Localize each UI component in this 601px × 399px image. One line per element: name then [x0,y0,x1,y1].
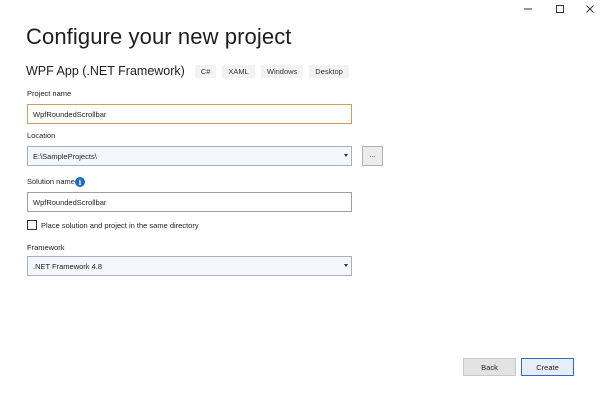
minimize-button[interactable] [514,0,542,18]
info-icon[interactable]: i [75,177,85,187]
solution-name-input[interactable]: WpfRoundedScrollbar [27,192,352,212]
maximize-button[interactable] [546,0,574,18]
browse-label: ... [369,150,376,159]
location-combobox[interactable]: E:\SampleProjects\ [27,146,352,166]
close-button[interactable] [576,0,601,18]
same-directory-label[interactable]: Place solution and project in the same d… [41,221,199,230]
tag-project-type: Desktop [309,64,349,78]
template-info: WPF App (.NET Framework) C# XAML Windows… [26,63,355,79]
maximize-icon [556,5,564,13]
project-name-value: WpfRoundedScrollbar [33,109,107,119]
location-label: Location [27,131,56,140]
tag-xaml: XAML [222,64,255,78]
same-directory-checkbox[interactable] [27,220,37,230]
create-button[interactable]: Create [521,358,574,376]
page-title: Configure your new project [26,24,292,49]
chevron-down-icon [344,264,348,267]
chevron-down-icon [344,154,348,157]
solution-name-value: WpfRoundedScrollbar [33,197,107,207]
template-name: WPF App (.NET Framework) [26,64,185,78]
location-value: E:\SampleProjects\ [33,151,97,161]
project-name-label: Project name [27,89,72,98]
solution-name-label: Solution name [27,177,75,186]
minimize-icon [524,8,532,10]
tag-language: C# [194,64,217,78]
back-button[interactable]: Back [463,358,516,376]
project-name-input[interactable]: WpfRoundedScrollbar [27,104,352,124]
framework-combobox[interactable]: .NET Framework 4.8 [27,256,352,276]
framework-value: .NET Framework 4.8 [33,261,103,271]
framework-label: Framework [27,243,65,252]
close-icon [586,5,594,13]
browse-button[interactable]: ... [362,146,383,166]
tag-platform: Windows [260,64,304,78]
